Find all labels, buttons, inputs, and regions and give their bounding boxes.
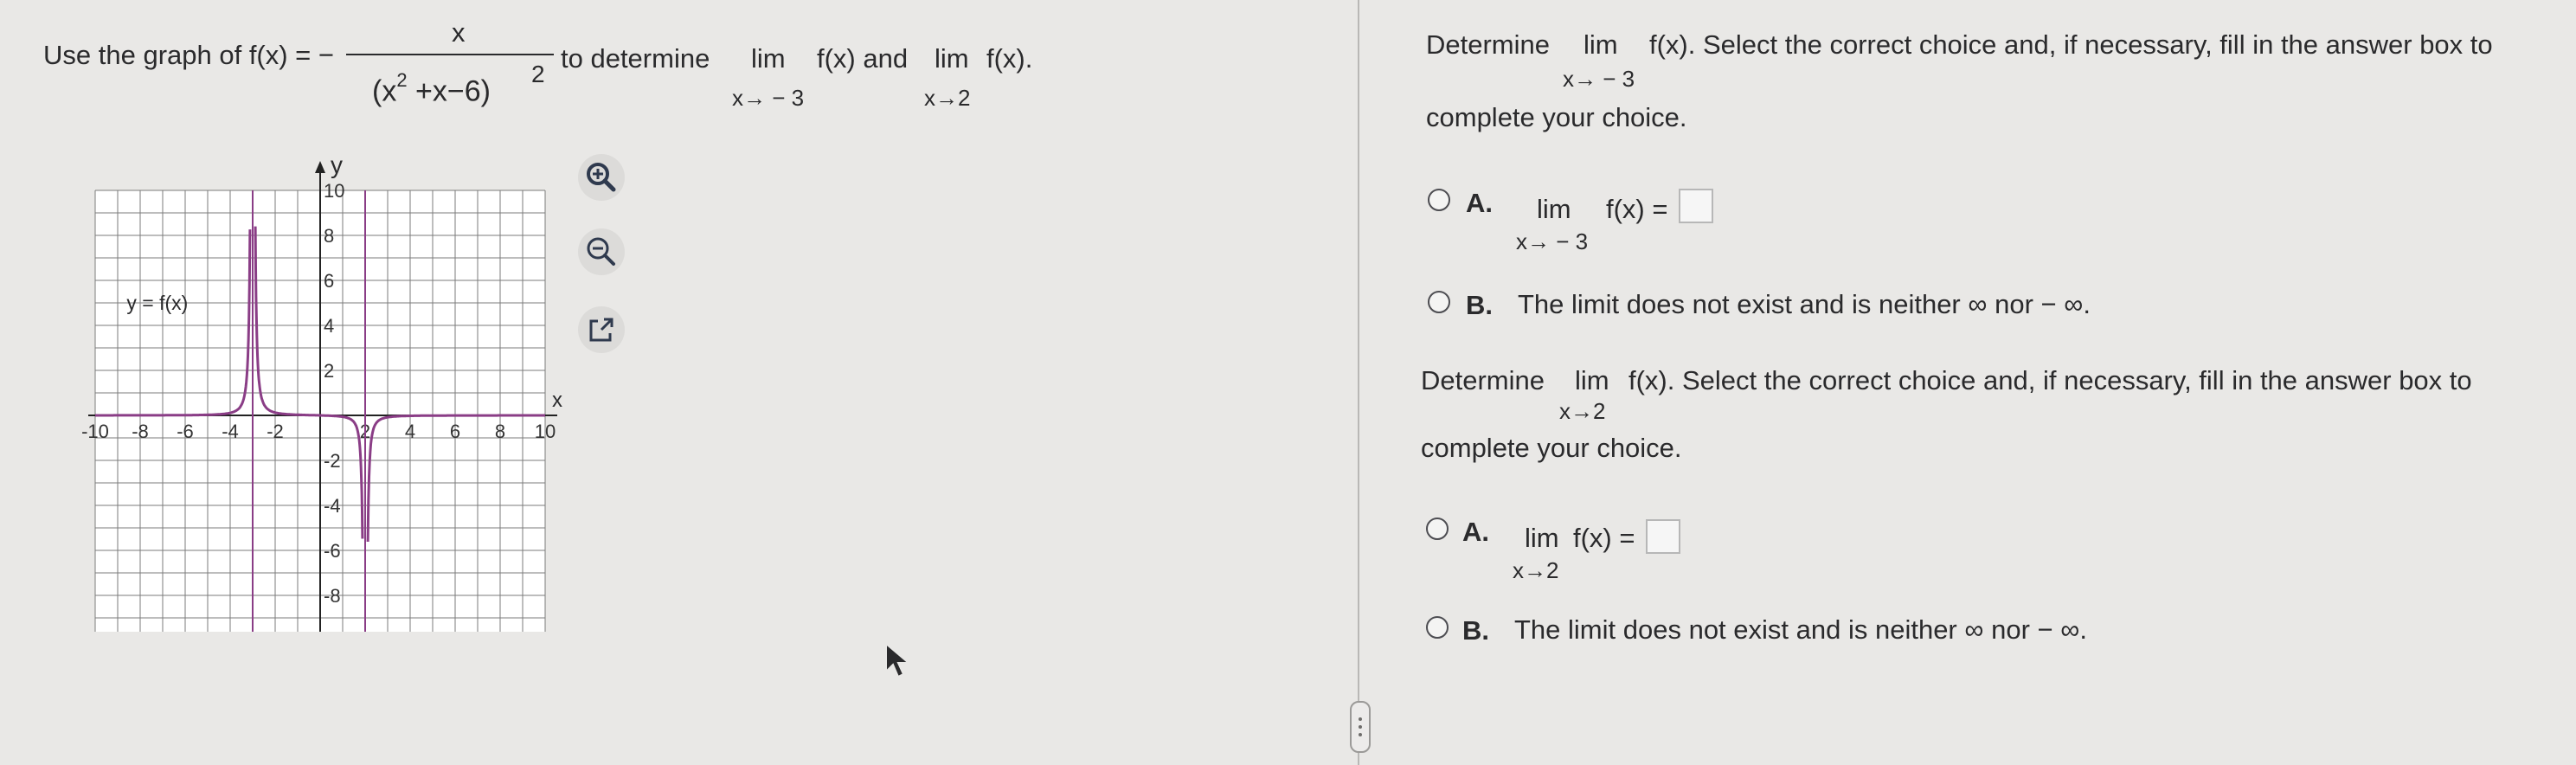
fraction-denominator: (x2 +x−6)	[372, 69, 491, 108]
x-tick-label: -2	[267, 421, 284, 442]
part1-option-a-subscript: x→ − 3	[1516, 228, 1589, 254]
part1-instruction: f(x). Select the correct choice and, if …	[1649, 29, 2493, 60]
lim1-word: lim	[751, 43, 786, 74]
part2-option-a-letter: A.	[1462, 517, 1489, 547]
zoom-in-button[interactable]	[578, 154, 625, 201]
x-tick-label: 4	[405, 421, 415, 442]
part2-answer-box[interactable]	[1646, 519, 1680, 554]
lim2-function: f(x).	[986, 43, 1033, 74]
part2-determine: Determine	[1421, 365, 1545, 395]
part2-option-b-radio[interactable]	[1426, 616, 1449, 639]
zoom-out-icon	[587, 237, 615, 266]
part1-option-b-radio[interactable]	[1428, 291, 1450, 313]
part2-option-b-text: The limit does not exist and is neither …	[1514, 614, 2087, 645]
question-middle: to determine	[561, 43, 710, 74]
x-tick-label: -4	[222, 421, 239, 442]
open-external-button[interactable]	[578, 306, 625, 353]
y-tick-label: 2	[324, 360, 334, 382]
y-tick-label: -6	[324, 540, 341, 562]
mouse-pointer-icon	[885, 641, 911, 678]
y-axis-label: y	[331, 151, 343, 178]
part2-option-a-radio[interactable]	[1426, 518, 1449, 540]
y-tick-label: 4	[324, 315, 334, 337]
y-tick-label: 10	[324, 180, 344, 202]
part1-option-a-lim: lim	[1537, 194, 1571, 224]
x-tick-label: 6	[450, 421, 460, 442]
part1-answer-box[interactable]	[1679, 189, 1713, 223]
x-tick-label: -8	[132, 421, 149, 442]
x-tick-label: 10	[535, 421, 556, 442]
part2-option-a-subscript: x→2	[1513, 557, 1559, 583]
y-tick-label: -10	[324, 630, 351, 632]
external-link-icon	[589, 318, 613, 342]
part2-option-a-func: f(x) =	[1573, 523, 1635, 553]
part2-lim-word: lim	[1575, 365, 1609, 395]
x-axis-label: x	[552, 389, 562, 412]
x-tick-label: 8	[495, 421, 505, 442]
curve-label: y = f(x)	[126, 292, 188, 314]
y-tick-label: -4	[324, 495, 341, 517]
zoom-in-icon	[587, 163, 616, 192]
y-tick-label: -2	[324, 450, 341, 472]
part2-instruction: f(x). Select the correct choice and, if …	[1628, 365, 2472, 395]
part2-option-b-letter: B.	[1462, 615, 1489, 646]
question-prefix: Use the graph of f(x) = −	[43, 40, 335, 70]
lim1-subscript: x→ − 3	[732, 85, 805, 111]
fraction-numerator: x	[452, 17, 466, 48]
y-tick-label: 6	[324, 270, 334, 292]
y-tick-label: -8	[324, 585, 341, 607]
lim2-word: lim	[935, 43, 969, 74]
zoom-out-button[interactable]	[578, 228, 625, 275]
part1-option-b-text: The limit does not exist and is neither …	[1518, 289, 2091, 319]
part1-lim-word: lim	[1584, 29, 1618, 60]
part1-option-a-letter: A.	[1466, 188, 1493, 218]
x-tick-label: -10	[81, 421, 109, 442]
function-graph: -10-8-6-4-2246810108642-2-4-6-8-10 y x y…	[81, 151, 562, 632]
y-axis-arrow	[315, 161, 325, 173]
part2-lim-subscript: x→2	[1559, 398, 1606, 424]
part2-instruction-line2: complete your choice.	[1421, 433, 1682, 463]
lim1-function: f(x) and	[817, 43, 909, 74]
pane-divider[interactable]	[1358, 0, 1359, 765]
part1-instruction-line2: complete your choice.	[1426, 102, 1687, 132]
pane-resize-handle[interactable]	[1350, 701, 1371, 753]
part1-option-a-radio[interactable]	[1428, 189, 1450, 211]
fraction-bar	[346, 54, 554, 55]
part2-option-a-lim: lim	[1525, 523, 1559, 553]
x-tick-label: -6	[177, 421, 194, 442]
part1-option-a-func: f(x) =	[1606, 194, 1668, 224]
part1-determine: Determine	[1426, 29, 1550, 60]
lim2-subscript: x→2	[924, 85, 971, 111]
part1-option-b-letter: B.	[1466, 290, 1493, 320]
denominator-power: 2	[531, 61, 545, 87]
y-tick-label: 8	[324, 225, 334, 247]
part1-lim-subscript: x→ − 3	[1563, 66, 1635, 92]
